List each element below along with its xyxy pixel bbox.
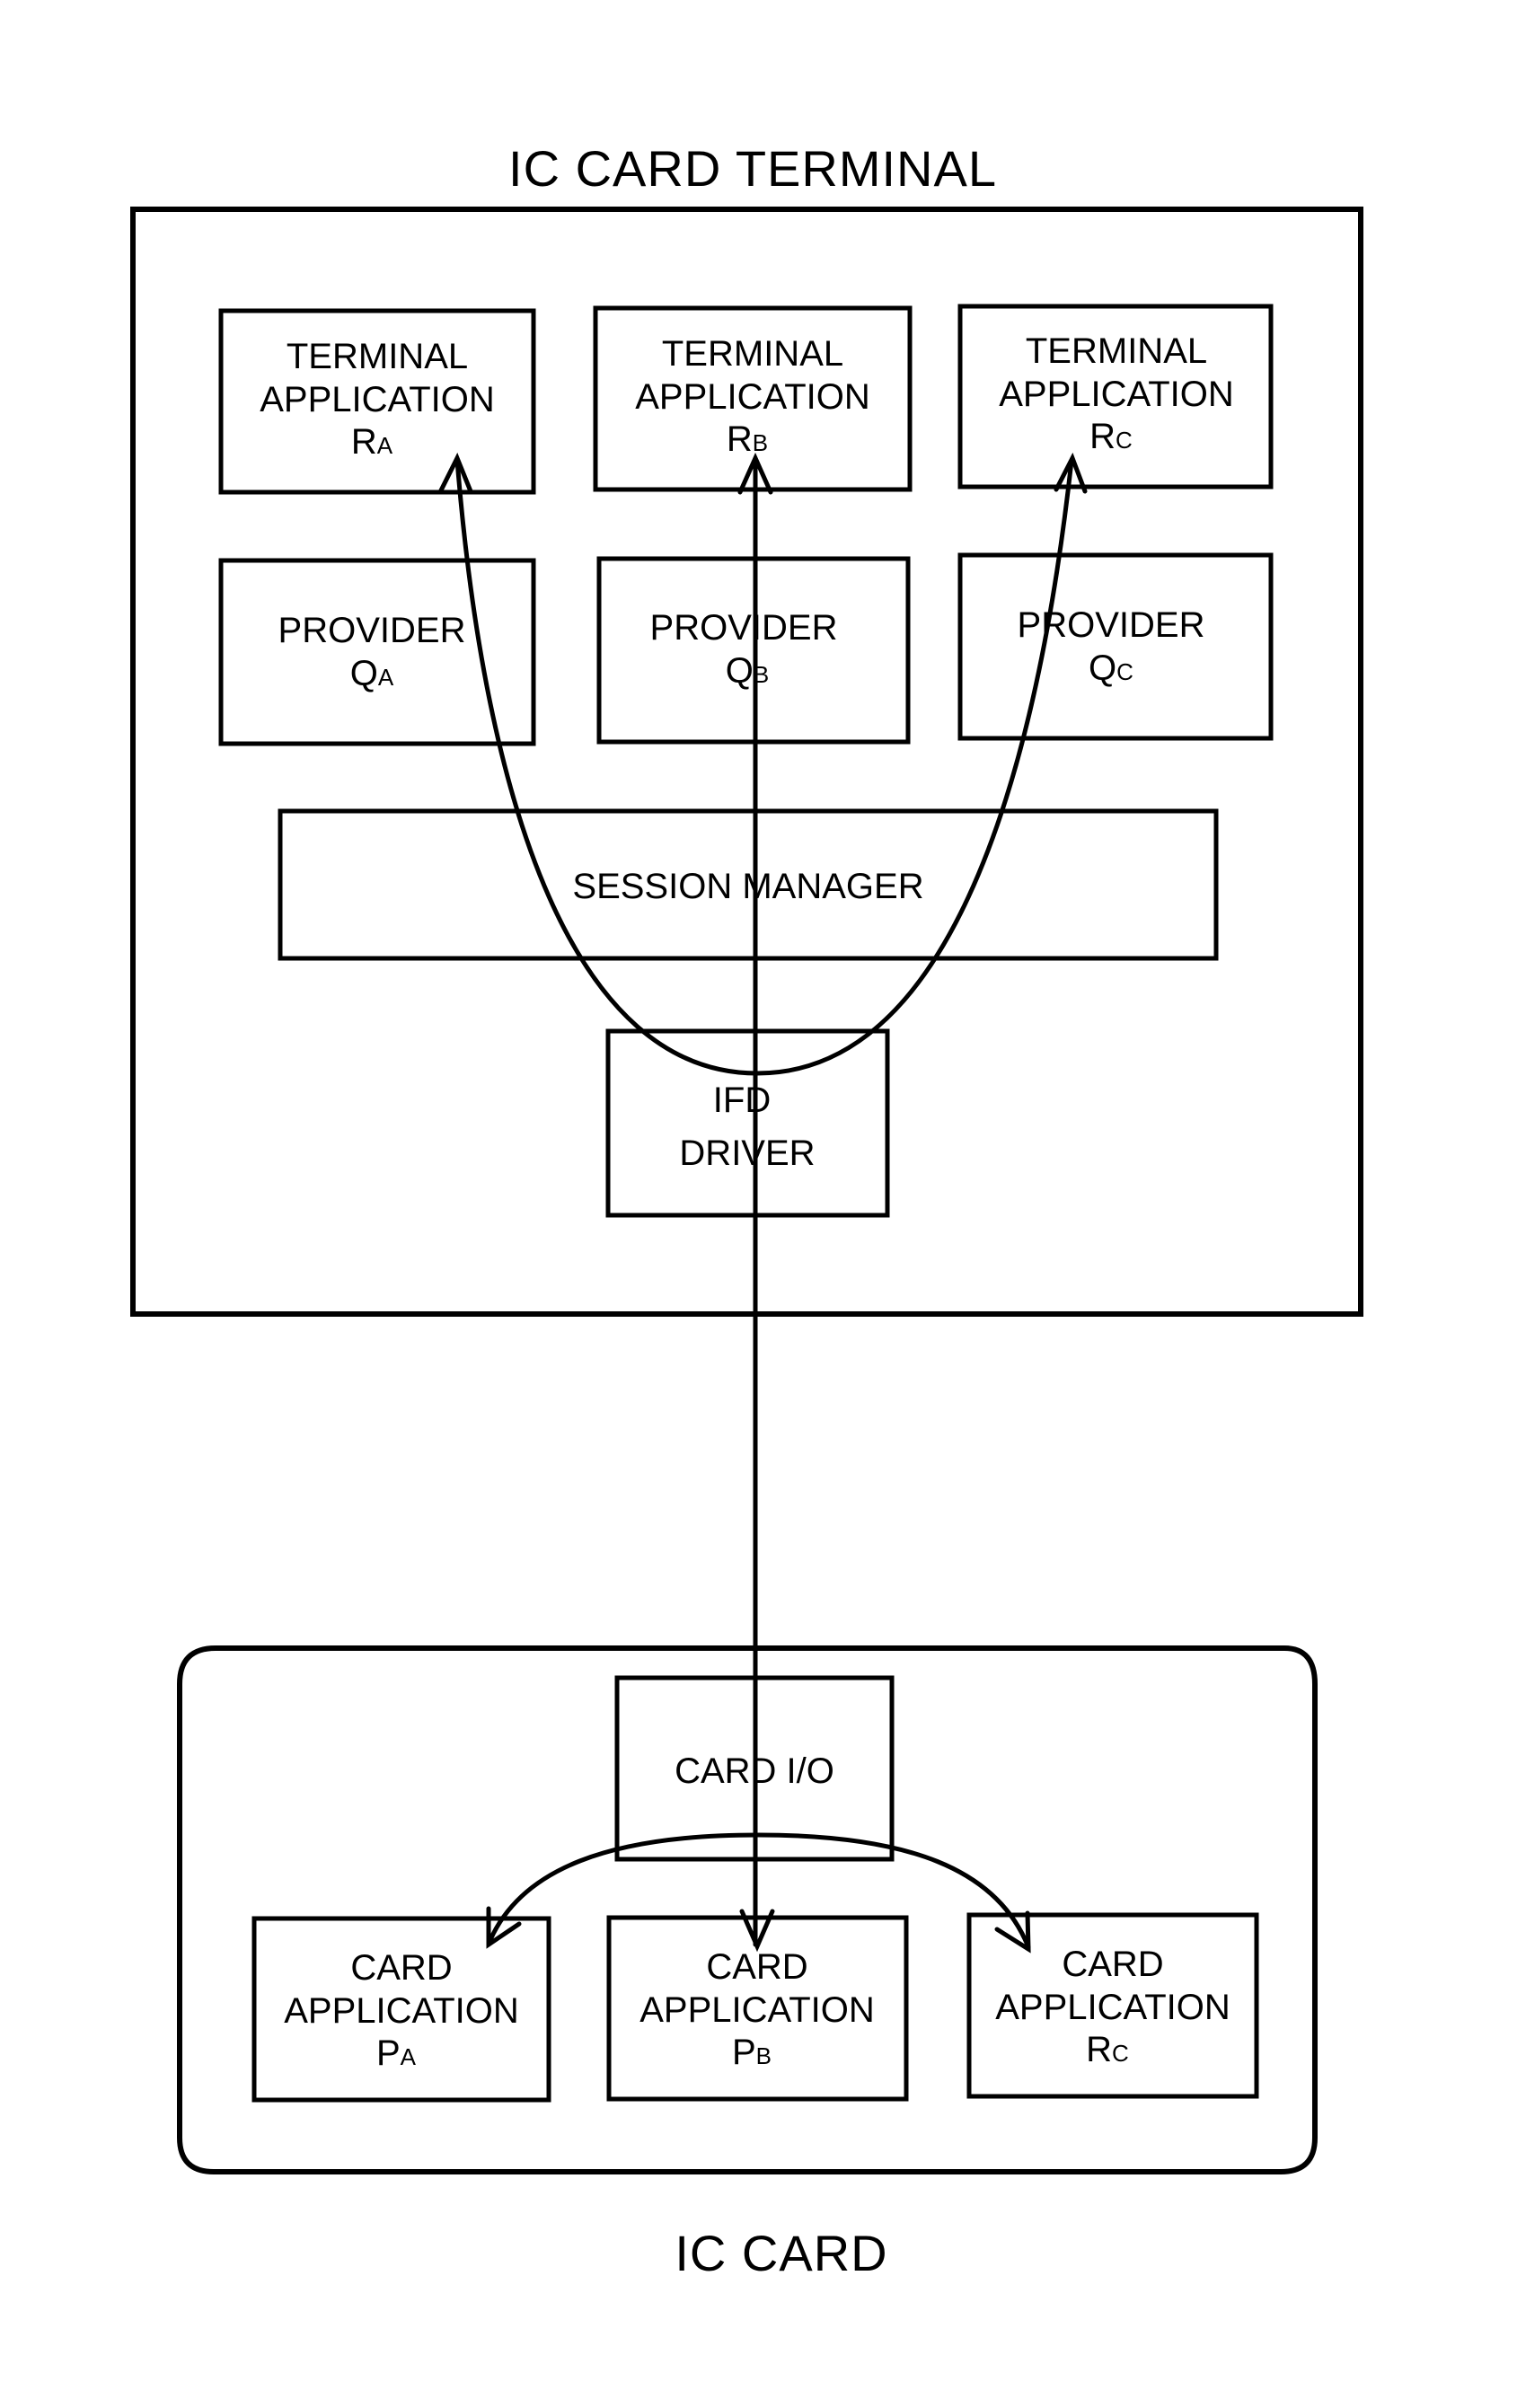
subscript: C: [1112, 2040, 1129, 2067]
subscript: A: [378, 664, 394, 691]
terminal-application-rb-line2: APPLICATION: [635, 377, 870, 417]
symbol: R: [1089, 417, 1116, 456]
symbol: R: [1086, 2030, 1112, 2069]
diagram-canvas: IC CARD TERMINAL TERMINAL APPLICATION RA…: [0, 0, 1517, 2404]
symbol: Q: [1089, 648, 1116, 688]
provider-qa-box: [218, 558, 536, 746]
card-application-pb-line2: APPLICATION: [639, 1990, 875, 2030]
provider-qc[interactable]: PROVIDER QC: [957, 552, 1274, 741]
ifd-driver-line2: DRIVER: [679, 1133, 815, 1173]
terminal-application-ra-line1: TERMINAL: [287, 337, 468, 376]
ifd-driver-line1: IFD: [713, 1081, 771, 1120]
provider-qa[interactable]: PROVIDER QA: [218, 558, 536, 746]
subscript: C: [1116, 427, 1133, 454]
symbol: P: [732, 2033, 756, 2072]
diagram-svg: IC CARD TERMINAL TERMINAL APPLICATION RA…: [130, 140, 1363, 2281]
terminal-title: IC CARD TERMINAL: [508, 140, 997, 197]
ifd-driver[interactable]: IFD DRIVER: [605, 1028, 890, 1218]
symbol: R: [727, 419, 753, 459]
symbol: Q: [726, 651, 754, 691]
terminal-application-rc-line1: TERMINAL: [1026, 331, 1207, 371]
symbol: Q: [350, 654, 378, 693]
card-application-rc-line1: CARD: [1062, 1945, 1163, 1984]
terminal-application-rc-line2: APPLICATION: [999, 375, 1234, 414]
card-application-pa[interactable]: CARD APPLICATION PA: [251, 1916, 551, 2103]
subscript: B: [753, 429, 768, 456]
card-application-pa-line1: CARD: [350, 1948, 452, 1988]
subscript: B: [756, 2042, 772, 2069]
card-title: IC CARD: [675, 2225, 887, 2281]
terminal-routing-curve: [454, 457, 1074, 1076]
provider-qb-line1: PROVIDER: [650, 608, 838, 648]
card-application-rc-line2: APPLICATION: [995, 1988, 1230, 2027]
terminal-application-ra[interactable]: TERMINAL APPLICATION RA: [218, 308, 536, 495]
subscript: C: [1116, 658, 1133, 685]
ifd-driver-box: [605, 1028, 890, 1218]
symbol: P: [376, 2033, 401, 2073]
card-application-rc[interactable]: CARD APPLICATION RC: [966, 1912, 1259, 2099]
symbol: R: [351, 422, 377, 462]
provider-qc-box: [957, 552, 1274, 741]
provider-qa-line1: PROVIDER: [278, 611, 466, 650]
session-manager[interactable]: SESSION MANAGER: [278, 808, 1219, 961]
session-manager-label: SESSION MANAGER: [572, 867, 923, 906]
terminal-application-rc[interactable]: TERMINAL APPLICATION RC: [957, 304, 1274, 490]
subscript: A: [401, 2043, 417, 2070]
card-application-pa-line2: APPLICATION: [284, 1991, 519, 2031]
card-application-pb-line1: CARD: [706, 1947, 807, 1987]
terminal-application-ra-line2: APPLICATION: [260, 380, 495, 419]
subscript: A: [377, 432, 393, 459]
terminal-application-rb-line1: TERMINAL: [662, 334, 843, 374]
